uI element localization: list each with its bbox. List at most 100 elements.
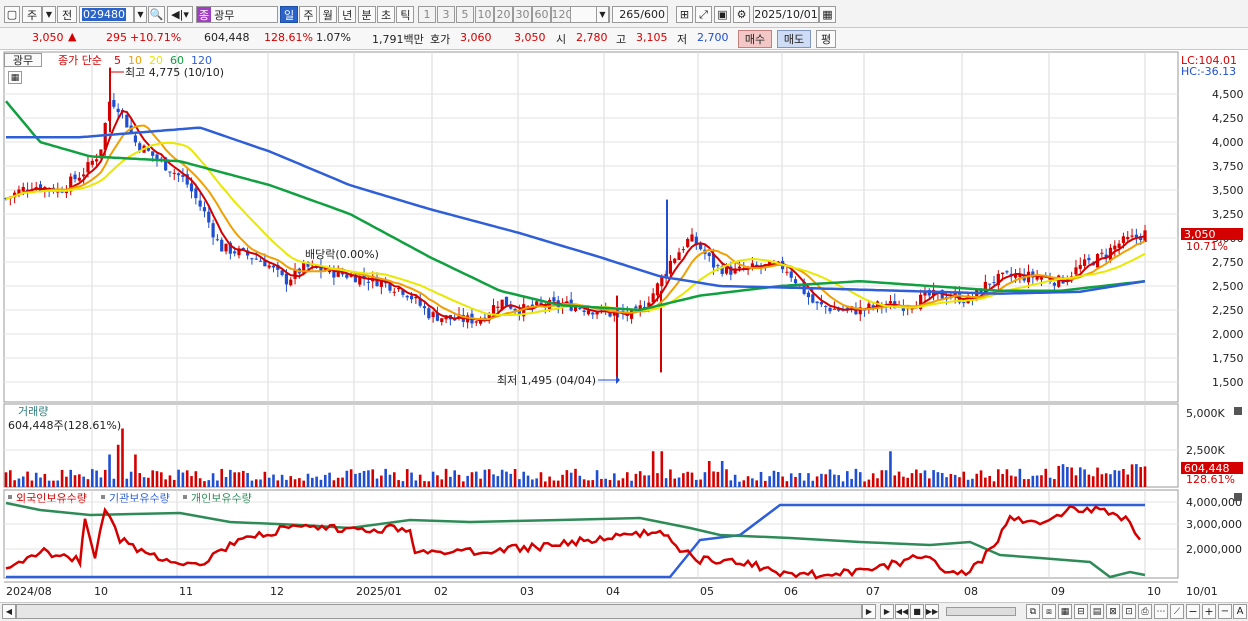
volume-bar xyxy=(932,470,935,487)
volume-bar xyxy=(725,469,728,487)
tab-period-0[interactable]: 일 xyxy=(280,6,298,23)
date-input[interactable]: 2025/10/01 xyxy=(753,6,819,23)
font-size-icon[interactable]: A xyxy=(1233,604,1247,619)
stock-name-field[interactable]: 종 광무 xyxy=(196,6,278,23)
trend-icon[interactable]: ⟋ xyxy=(1170,604,1184,619)
candle-body xyxy=(116,108,120,113)
tab-period-1[interactable]: 주 xyxy=(299,6,318,23)
volume-bar xyxy=(1109,474,1112,487)
tab-period-6[interactable]: 틱 xyxy=(396,6,415,23)
calendar-icon[interactable]: ▦ xyxy=(819,6,836,23)
print-icon[interactable]: ⎙ xyxy=(1138,604,1152,619)
minus-icon[interactable]: − xyxy=(1218,604,1232,619)
volume-bar xyxy=(496,476,500,487)
play-icon[interactable]: ▶ xyxy=(880,604,894,619)
scroll-left-icon[interactable]: ◀ xyxy=(2,604,16,619)
table-icon[interactable]: ▦ xyxy=(8,71,22,84)
grid-view-icon[interactable]: ▦ xyxy=(1058,604,1072,619)
search-icon[interactable]: 🔍 xyxy=(148,6,165,23)
candle-body xyxy=(258,260,263,262)
candle-body xyxy=(95,159,99,162)
volume-bar xyxy=(177,469,180,487)
sell-button[interactable]: 매도 xyxy=(777,30,811,48)
save-icon[interactable]: ▣ xyxy=(714,6,731,23)
interval-dropdown-icon[interactable]: ▼ xyxy=(596,6,609,23)
volume-bar xyxy=(220,468,224,487)
interval-button-5[interactable]: 5 xyxy=(456,6,474,23)
price-tick-label: 2,000 xyxy=(1212,328,1244,341)
options-icon[interactable]: ⋯ xyxy=(1154,604,1168,619)
stock-chart-svg[interactable]: 4,5004,2504,0003,7503,5003,2503,0002,750… xyxy=(0,50,1248,603)
chevron-down-icon[interactable]: ▼ xyxy=(42,6,56,23)
candle-body xyxy=(366,281,371,283)
candle-body xyxy=(172,172,176,174)
tab-period-4[interactable]: 분 xyxy=(357,6,376,23)
export-icon[interactable]: ⊡ xyxy=(1122,604,1136,619)
code-dropdown-icon[interactable]: ▼ xyxy=(134,6,147,23)
window-tile-icon[interactable]: ⊟ xyxy=(1074,604,1088,619)
candle-body xyxy=(591,312,595,315)
volume-bar xyxy=(949,474,953,487)
interval-button-60[interactable]: 60 xyxy=(532,6,551,23)
volume-bar xyxy=(884,470,888,487)
market-type-select[interactable]: 주 xyxy=(22,6,42,23)
fast-forward-icon[interactable]: ▶▶ xyxy=(925,604,939,619)
buy-button[interactable]: 매수 xyxy=(738,30,772,48)
interval-button-20[interactable]: 20 xyxy=(494,6,513,23)
chart-tool-icon[interactable]: ⤢ xyxy=(695,6,712,23)
volume-bar xyxy=(802,480,806,487)
tab-period-5[interactable]: 초 xyxy=(377,6,395,23)
price-tick-label: 3,750 xyxy=(1212,160,1244,173)
volume-bar xyxy=(65,476,68,487)
volume-bar xyxy=(513,469,517,487)
volume-bar xyxy=(1126,474,1130,487)
category-select[interactable]: 전 xyxy=(57,6,77,23)
window-icon[interactable]: ▢ xyxy=(4,6,20,23)
settings-grid-icon[interactable]: ⊞ xyxy=(676,6,693,23)
panel-icon[interactable]: ▤ xyxy=(1090,604,1104,619)
volume-bar xyxy=(587,480,590,487)
candle-body xyxy=(73,174,77,180)
price-tick-label: 1,500 xyxy=(1212,376,1244,389)
volume-bar xyxy=(824,474,828,487)
stop-icon[interactable]: ■ xyxy=(910,604,924,619)
stock-code-input[interactable]: 029480 xyxy=(79,6,134,23)
interval-button-30[interactable]: 30 xyxy=(513,6,532,23)
volume-bar xyxy=(595,470,599,487)
chart-area[interactable]: 4,5004,2504,0003,7503,5003,2503,0002,750… xyxy=(0,50,1248,603)
eval-button[interactable]: 평 xyxy=(816,30,836,48)
tab-period-3[interactable]: 년 xyxy=(338,6,357,23)
volume-bar xyxy=(742,480,746,487)
interval-button-10[interactable]: 10 xyxy=(475,6,494,23)
volume-bar xyxy=(979,470,983,487)
volume-bar xyxy=(1057,465,1061,487)
zoom-in-icon[interactable]: + xyxy=(1202,604,1216,619)
volume-bar xyxy=(867,479,871,487)
tab-period-2[interactable]: 월 xyxy=(318,6,337,23)
gear-icon[interactable]: ⚙ xyxy=(733,6,750,23)
legend-name-box[interactable]: 광무 xyxy=(4,53,42,67)
zoom-out-icon[interactable]: − xyxy=(1186,604,1200,619)
volume-bar xyxy=(237,472,241,487)
split-icon[interactable]: ⧈ xyxy=(1042,604,1056,619)
price-change: 295 xyxy=(106,31,127,44)
compare-icon[interactable]: ⊠ xyxy=(1106,604,1120,619)
holding-legend-1: 기관보유수량 xyxy=(109,492,170,505)
candle-body xyxy=(828,307,832,312)
scroll-right-icon[interactable]: ▶ xyxy=(862,604,876,619)
volume-bar xyxy=(889,451,892,487)
count-input[interactable]: 265/600 xyxy=(612,6,668,23)
interval-button-1[interactable]: 1 xyxy=(418,6,436,23)
holding-close-icon xyxy=(1234,493,1242,501)
interval-button-3[interactable]: 3 xyxy=(437,6,455,23)
scroll-track[interactable] xyxy=(16,604,862,619)
zoom-slider[interactable] xyxy=(946,607,1016,616)
candle-body xyxy=(737,266,742,269)
candle-body xyxy=(215,239,220,241)
volume-bar xyxy=(328,472,331,487)
rewind-icon[interactable]: ◀◀ xyxy=(895,604,909,619)
x-axis-label-0: 2024/08 xyxy=(6,585,52,598)
layout-icon[interactable]: ⧉ xyxy=(1026,604,1040,619)
speaker-icon[interactable]: ◀|▾ xyxy=(167,6,193,23)
volume-bar xyxy=(129,471,133,487)
